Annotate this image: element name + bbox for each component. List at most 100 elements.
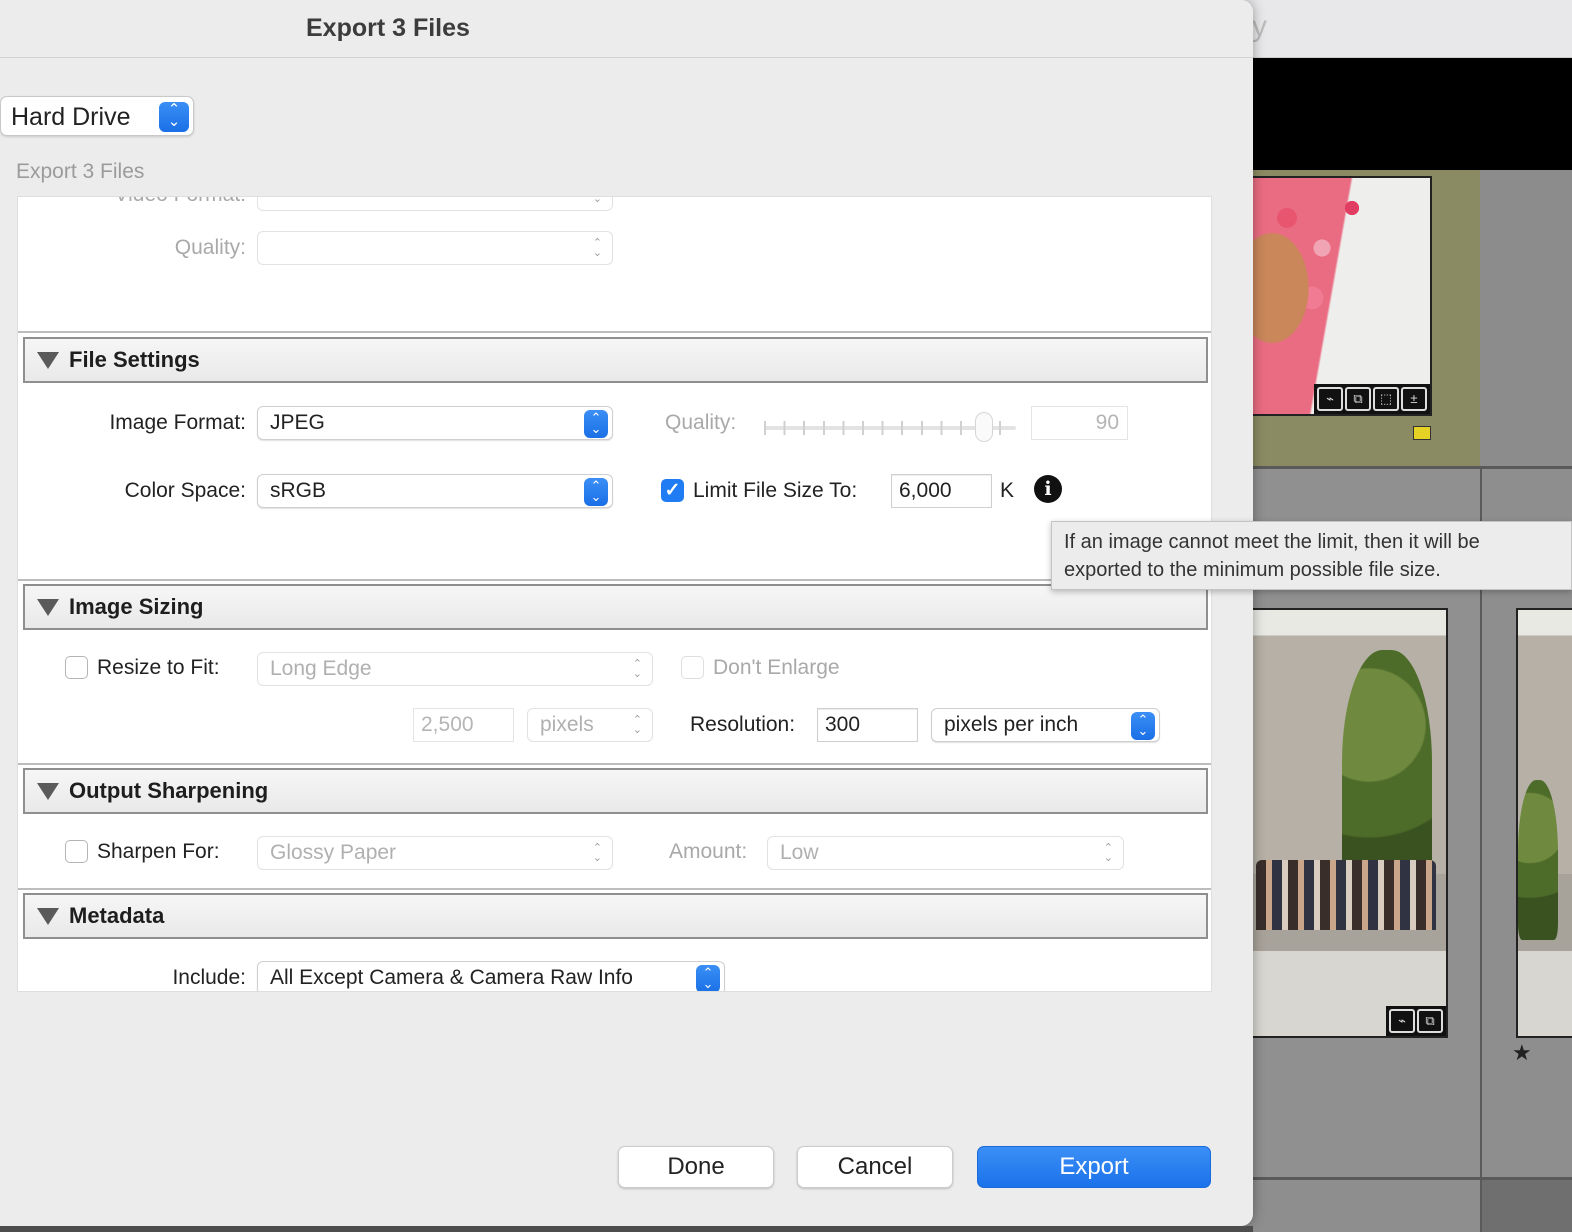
thumbnail-partial[interactable]	[1516, 608, 1572, 1038]
section-divider	[18, 763, 1211, 765]
video-quality-label: Quality:	[174, 236, 246, 259]
collection-badge-icon: ⧉	[1345, 387, 1371, 411]
resize-size-input[interactable]: 2,500	[413, 708, 514, 742]
photo-tree	[1518, 780, 1558, 940]
image-sizing-title: Image Sizing	[69, 594, 204, 619]
rating-star-icon[interactable]: ★	[1512, 1040, 1532, 1066]
cancel-button[interactable]: Cancel	[797, 1146, 953, 1188]
chevron-updown-icon: ⌃⌄	[584, 410, 608, 438]
color-label-yellow-icon[interactable]	[1413, 426, 1431, 440]
section-divider	[18, 579, 1211, 581]
dont-enlarge-checkbox[interactable]	[681, 656, 704, 679]
video-quality-select[interactable]: ⌃ ⌄	[257, 231, 613, 265]
resolution-value: 300	[825, 713, 861, 736]
export-destination-value: Hard Drive	[11, 103, 131, 131]
develop-badge-icon: ±	[1401, 387, 1427, 411]
disclosure-triangle-icon[interactable]	[37, 783, 59, 800]
limit-file-size-tooltip: If an image cannot meet the limit, then …	[1051, 521, 1572, 590]
chevron-updown-icon: ⌃⌄	[159, 102, 189, 132]
quality-slider-knob[interactable]	[975, 412, 993, 442]
chevron-updown-icon: ⌃⌄	[592, 237, 602, 259]
resize-mode-select[interactable]: Long Edge ⌃ ⌄	[257, 652, 653, 686]
export-button[interactable]: Export	[977, 1146, 1211, 1188]
file-settings-title: File Settings	[69, 347, 200, 372]
metadata-include-select[interactable]: All Except Camera & Camera Raw Info ⌃ ⌄	[257, 961, 725, 991]
output-sharpening-title: Output Sharpening	[69, 778, 269, 803]
resize-mode-value: Long Edge	[270, 657, 372, 680]
sharpen-for-checkbox[interactable]	[65, 840, 88, 863]
chevron-updown-icon: ⌃⌄	[1103, 842, 1113, 864]
dialog-title: Export 3 Files	[306, 14, 470, 42]
collection-badge-icon: ⧉	[1417, 1009, 1443, 1033]
settings-panel[interactable]: Video Format: ⌃⌄ Quality: ⌃⌄ File Settin…	[17, 196, 1212, 992]
chevron-updown-icon: ⌃⌄	[592, 842, 602, 864]
quality-value: 90	[1095, 411, 1119, 434]
chevron-updown-icon: ⌃⌄	[584, 478, 608, 506]
resize-to-fit-label: Resize to Fit:	[97, 656, 220, 679]
quality-value-field[interactable]: 90	[1031, 406, 1128, 440]
jpeg-quality-label: Quality:	[665, 411, 737, 434]
thumbnail-badges: ⌁ ⧉	[1386, 1006, 1446, 1036]
limit-file-size-input[interactable]: 6,000	[891, 474, 992, 508]
preset-heading: Export 3 Files	[16, 160, 145, 183]
sharpen-for-value: Glossy Paper	[270, 841, 397, 864]
resize-size-value: 2,500	[421, 713, 474, 736]
image-sizing-header[interactable]: Image Sizing	[23, 584, 1208, 630]
chevron-updown-icon: ⌃⌄	[632, 714, 642, 736]
resolution-unit-value: pixels per inch	[944, 713, 1079, 736]
chevron-updown-icon: ⌃⌄	[1131, 712, 1155, 740]
thumbnail-badges: ⌁ ⧉ ⬚ ±	[1314, 384, 1430, 414]
thumbnail-shirt[interactable]: ⌁ ⧉ ⬚ ±	[1250, 176, 1432, 416]
metadata-include-value: All Except Camera & Camera Raw Info	[270, 966, 633, 989]
resolution-input[interactable]: 300	[817, 708, 918, 742]
image-format-select[interactable]: JPEG ⌃ ⌄	[257, 406, 613, 440]
bottom-edge	[0, 1226, 1253, 1232]
export-destination-select[interactable]: Hard Drive ⌃ ⌄	[0, 96, 194, 136]
file-settings-header[interactable]: File Settings	[23, 337, 1208, 383]
keyword-badge-icon: ⌁	[1389, 1009, 1415, 1033]
disclosure-triangle-icon[interactable]	[37, 908, 59, 925]
amount-select[interactable]: Low ⌃ ⌄	[767, 836, 1124, 870]
color-space-label: Color Space:	[124, 479, 246, 502]
metadata-header[interactable]: Metadata	[23, 893, 1208, 939]
section-divider	[18, 888, 1211, 890]
video-format-label: Video Format:	[98, 197, 246, 207]
resize-unit-value: pixels	[540, 713, 594, 736]
background-topbar-text: y	[1252, 10, 1267, 43]
resolution-unit-select[interactable]: pixels per inch ⌃ ⌄	[931, 708, 1160, 742]
dont-enlarge-label: Don't Enlarge	[713, 656, 840, 679]
resize-to-fit-checkbox[interactable]	[65, 656, 88, 679]
metadata-title: Metadata	[69, 903, 165, 928]
chevron-updown-icon: ⌃⌄	[696, 965, 720, 991]
metadata-include-label: Include:	[172, 966, 246, 989]
output-sharpening-header[interactable]: Output Sharpening	[23, 768, 1208, 814]
crop-badge-icon: ⬚	[1373, 387, 1399, 411]
grid-cell[interactable]	[1480, 170, 1572, 466]
section-divider	[18, 331, 1211, 333]
export-dialog: Export 3 Files Hard Drive ⌃ ⌄ Export 3 Fi…	[0, 0, 1253, 1226]
photo-crowd	[1256, 860, 1436, 930]
resolution-label: Resolution:	[690, 713, 796, 736]
resize-unit-select[interactable]: pixels ⌃ ⌄	[527, 708, 653, 742]
chevron-updown-icon: ⌃⌄	[632, 658, 642, 680]
thumbnail-group-photo[interactable]: ⌁ ⧉	[1250, 608, 1448, 1038]
disclosure-triangle-icon[interactable]	[37, 599, 59, 616]
limit-file-size-unit: K	[1000, 479, 1015, 502]
sharpen-for-select[interactable]: Glossy Paper ⌃ ⌄	[257, 836, 613, 870]
keyword-badge-icon: ⌁	[1317, 387, 1343, 411]
image-format-label: Image Format:	[109, 411, 246, 434]
done-button[interactable]: Done	[618, 1146, 774, 1188]
disclosure-triangle-icon[interactable]	[37, 352, 59, 369]
amount-value: Low	[780, 841, 819, 864]
amount-label: Amount:	[669, 840, 748, 863]
limit-file-size-value: 6,000	[899, 479, 952, 502]
limit-file-size-checkbox[interactable]: ✓	[661, 479, 684, 502]
limit-file-size-label: Limit File Size To:	[693, 479, 858, 502]
dialog-titlebar[interactable]: Export 3 Files	[0, 0, 1253, 58]
color-space-select[interactable]: sRGB ⌃ ⌄	[257, 474, 613, 508]
image-format-value: JPEG	[270, 411, 325, 434]
sharpen-for-label: Sharpen For:	[97, 840, 220, 863]
color-space-value: sRGB	[270, 479, 327, 502]
info-icon[interactable]: i	[1034, 475, 1062, 503]
video-format-select[interactable]: ⌃⌄	[257, 197, 613, 211]
